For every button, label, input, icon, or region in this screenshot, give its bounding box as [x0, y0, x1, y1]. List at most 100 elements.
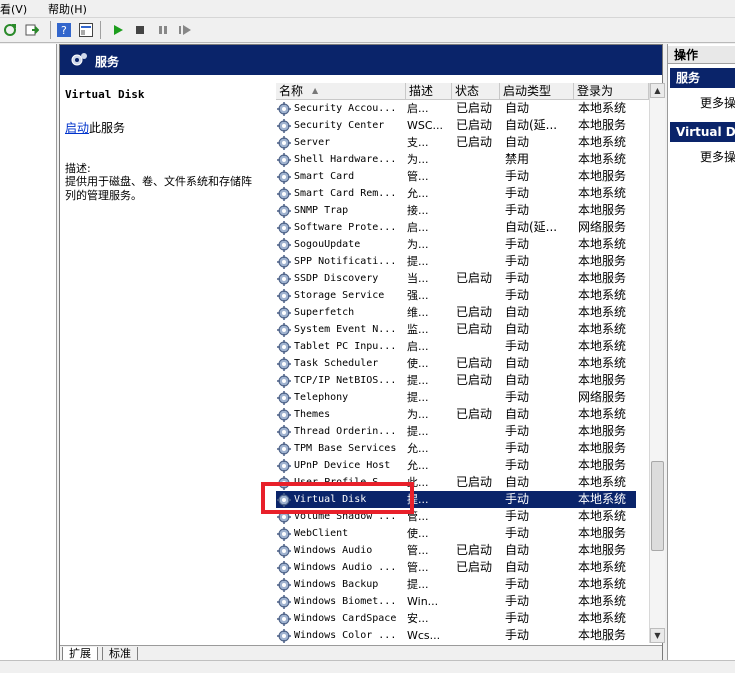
- menu-view[interactable]: 看(V): [0, 1, 27, 17]
- service-name: Windows CardSpace: [294, 613, 397, 624]
- service-row[interactable]: Server 支... 已启动 自动 本地系统: [276, 134, 636, 151]
- service-description: 安...: [407, 612, 429, 625]
- service-row[interactable]: Shell Hardware... 为... 禁用 本地系统: [276, 151, 636, 168]
- service-row[interactable]: Storage Service 强... 手动 本地系统: [276, 287, 636, 304]
- service-row[interactable]: Security Accou... 启... 已启动 自动 本地系统: [276, 100, 636, 117]
- service-gear-icon: [277, 289, 291, 303]
- service-row[interactable]: Telephony 提... 手动 网络服务: [276, 389, 636, 406]
- export-list-icon[interactable]: [24, 22, 40, 38]
- service-row[interactable]: Software Prote... 启... 自动(延... 网络服务: [276, 219, 636, 236]
- service-logon-as: 本地系统: [578, 152, 627, 166]
- column-name[interactable]: 名称 ▲: [276, 83, 406, 100]
- service-startup-type: 手动: [505, 288, 530, 302]
- service-row[interactable]: Themes 为... 已启动 自动 本地系统: [276, 406, 636, 423]
- service-startup-type: 手动: [505, 509, 530, 523]
- tab-standard[interactable]: 标准: [102, 647, 138, 661]
- console-tree-pane[interactable]: [0, 44, 57, 660]
- menu-help[interactable]: 帮助(H): [48, 1, 87, 17]
- service-description: 接...: [407, 204, 429, 217]
- service-gear-icon: [277, 187, 291, 201]
- start-service-link[interactable]: 启动: [65, 121, 89, 135]
- service-description: 维...: [407, 306, 429, 319]
- description-text: 提供用于磁盘、卷、文件系统和存储阵列的管理服务。: [65, 175, 252, 202]
- service-row[interactable]: WebClient 使... 手动 本地服务: [276, 525, 636, 542]
- tab-extended[interactable]: 扩展: [62, 647, 98, 661]
- scroll-down-icon[interactable]: ▼: [650, 628, 665, 643]
- service-gear-icon: [277, 153, 291, 167]
- column-status[interactable]: 状态: [452, 83, 500, 100]
- service-row[interactable]: Task Scheduler 使... 已启动 自动 本地系统: [276, 355, 636, 372]
- service-name: Windows Audio: [294, 545, 373, 556]
- service-logon-as: 网络服务: [578, 220, 627, 234]
- service-gear-icon: [277, 578, 291, 592]
- actions-section-services[interactable]: 服务: [670, 68, 735, 88]
- service-name: Security Accou...: [294, 103, 397, 114]
- service-row[interactable]: Thread Orderin... 提... 手动 本地服务: [276, 423, 636, 440]
- service-name: Themes: [294, 409, 331, 420]
- more-actions-link-1[interactable]: 更多操: [700, 94, 735, 111]
- service-gear-icon: [277, 595, 291, 609]
- service-name: Windows Color ...: [294, 630, 397, 641]
- service-row[interactable]: Tablet PC Inpu... 启... 手动 本地系统: [276, 338, 636, 355]
- service-row[interactable]: System Event N... 监... 已启动 自动 本地系统: [276, 321, 636, 338]
- service-status: 已启动: [456, 305, 493, 319]
- service-startup-type: 自动: [505, 373, 530, 387]
- service-row[interactable]: Windows Audio ... 管... 已启动 自动 本地系统: [276, 559, 636, 576]
- service-logon-as: 本地服务: [578, 118, 627, 132]
- service-startup-type: 手动: [505, 577, 530, 591]
- scroll-up-icon[interactable]: ▲: [650, 83, 665, 98]
- service-logon-as: 本地服务: [578, 271, 627, 285]
- service-gear-icon: [277, 170, 291, 184]
- service-row[interactable]: SPP Notificati... 提... 手动 本地服务: [276, 253, 636, 270]
- service-startup-type: 手动: [505, 203, 530, 217]
- service-row[interactable]: Windows Biomet... Win... 手动 本地系统: [276, 593, 636, 610]
- service-row[interactable]: SNMP Trap 接... 手动 本地服务: [276, 202, 636, 219]
- service-description: 提...: [407, 578, 429, 591]
- help-icon[interactable]: ?: [56, 22, 72, 38]
- column-description[interactable]: 描述: [406, 83, 452, 100]
- restart-service-icon[interactable]: [177, 22, 193, 38]
- service-description: 允...: [407, 187, 429, 200]
- start-service-link-row: 启动此服务: [65, 119, 125, 136]
- service-row[interactable]: Smart Card 管... 手动 本地服务: [276, 168, 636, 185]
- service-row[interactable]: Security Center WSC... 已启动 自动(延... 本地服务: [276, 117, 636, 134]
- service-row[interactable]: SSDP Discovery 当... 已启动 手动 本地服务: [276, 270, 636, 287]
- service-logon-as: 本地系统: [578, 509, 627, 523]
- service-logon-as: 本地服务: [578, 169, 627, 183]
- service-row[interactable]: Windows Color ... Wcs... 手动 本地服务: [276, 627, 636, 644]
- service-name: Storage Service: [294, 290, 385, 301]
- service-status: 已启动: [456, 560, 493, 574]
- service-gear-icon: [277, 391, 291, 405]
- service-logon-as: 本地系统: [578, 186, 627, 200]
- service-gear-icon: [277, 272, 291, 286]
- vertical-scrollbar[interactable]: ▲ ▼: [649, 83, 665, 643]
- service-description: 当...: [407, 272, 429, 285]
- service-name: TCP/IP NetBIOS...: [294, 375, 397, 386]
- service-gear-icon: [277, 306, 291, 320]
- service-row[interactable]: Windows Backup 提... 手动 本地系统: [276, 576, 636, 593]
- refresh-icon[interactable]: [2, 22, 18, 38]
- scroll-thumb[interactable]: [651, 461, 664, 551]
- service-gear-icon: [277, 102, 291, 116]
- sort-ascending-icon: ▲: [312, 86, 319, 95]
- more-actions-link-2[interactable]: 更多操: [700, 148, 735, 165]
- pause-service-icon[interactable]: [155, 22, 171, 38]
- service-row[interactable]: TPM Base Services 允... 手动 本地服务: [276, 440, 636, 457]
- service-row[interactable]: UPnP Device Host 允... 手动 本地服务: [276, 457, 636, 474]
- start-service-icon[interactable]: [110, 22, 126, 38]
- service-row[interactable]: Windows Audio 管... 已启动 自动 本地服务: [276, 542, 636, 559]
- service-logon-as: 本地服务: [578, 543, 627, 557]
- service-row[interactable]: TCP/IP NetBIOS... 提... 已启动 自动 本地服务: [276, 372, 636, 389]
- service-row[interactable]: Smart Card Rem... 允... 手动 本地系统: [276, 185, 636, 202]
- service-name: Software Prote...: [294, 222, 397, 233]
- service-row[interactable]: Windows CardSpace 安... 手动 本地系统: [276, 610, 636, 627]
- actions-section-virtual-disk[interactable]: Virtual D: [670, 122, 735, 142]
- service-startup-type: 手动: [505, 441, 530, 455]
- stop-service-icon[interactable]: [132, 22, 148, 38]
- service-row[interactable]: Superfetch 维... 已启动 自动 本地系统: [276, 304, 636, 321]
- service-row[interactable]: SogouUpdate 为... 手动 本地系统: [276, 236, 636, 253]
- show-hide-pane-icon[interactable]: [78, 22, 94, 38]
- column-startup-type[interactable]: 启动类型: [500, 83, 574, 100]
- column-logon-as[interactable]: 登录为: [574, 83, 649, 100]
- service-startup-type: 自动: [505, 135, 530, 149]
